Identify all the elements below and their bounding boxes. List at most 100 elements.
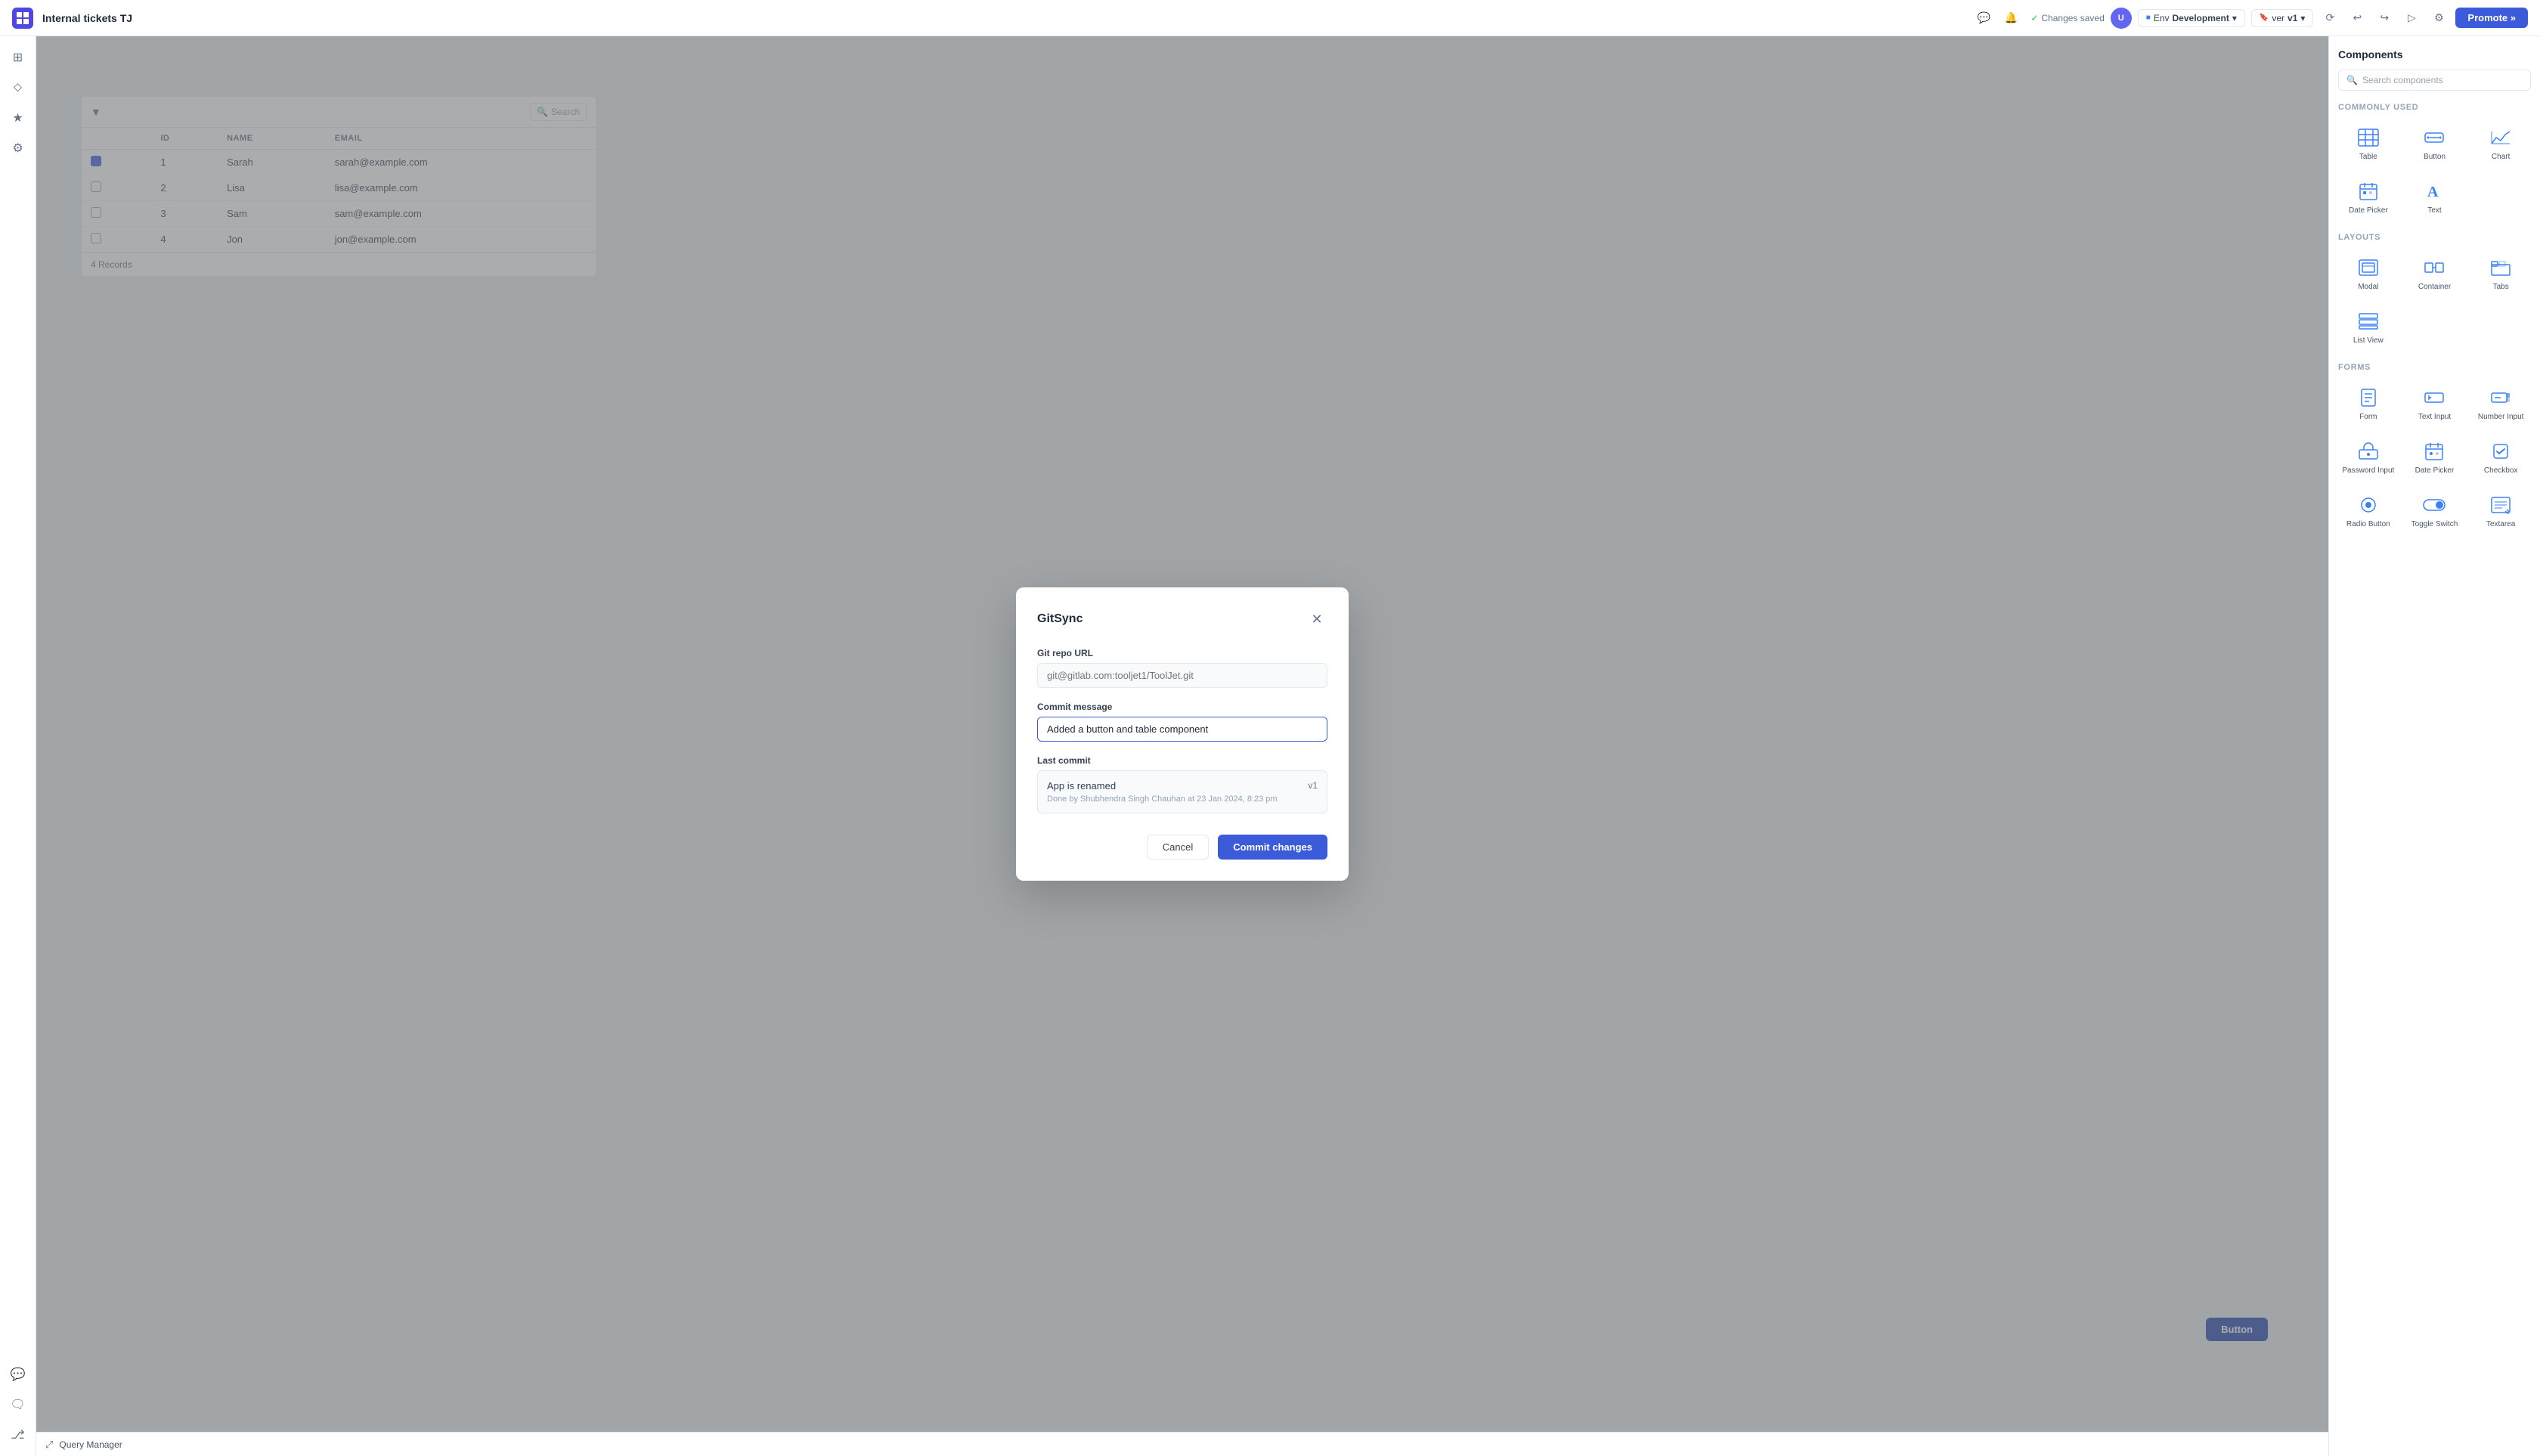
- button-icon: [2422, 125, 2446, 150]
- list-view-component-label: List View: [2353, 336, 2384, 345]
- radio-button-component[interactable]: Radio Button: [2338, 487, 2399, 534]
- git-repo-url-input[interactable]: [1037, 663, 1327, 688]
- table-component-label: Table: [2359, 153, 2377, 161]
- modal-header: GitSync ✕: [1037, 609, 1327, 630]
- undo-icon-btn[interactable]: ↩: [2346, 8, 2368, 29]
- modal-icon: [2356, 256, 2380, 280]
- toggle-switch-component-label: Toggle Switch: [2411, 520, 2458, 528]
- last-commit-group: Last commit App is renamed v1 Done by Sh…: [1037, 755, 1327, 813]
- modal-close-button[interactable]: ✕: [1306, 609, 1327, 630]
- sidebar-icon-chat[interactable]: 💬: [6, 1362, 30, 1386]
- sidebar-icon-grid[interactable]: ⊞: [6, 45, 30, 70]
- user-avatar[interactable]: U: [2111, 8, 2132, 29]
- ver-selector[interactable]: 🔖 ver v1 ▾: [2251, 9, 2314, 27]
- app-title: Internal tickets TJ: [42, 12, 1964, 24]
- password-input-component-label: Password Input: [2342, 466, 2394, 475]
- svg-text:A: A: [2427, 184, 2439, 200]
- commit-version: v1: [1308, 780, 1318, 792]
- toggle-switch-component[interactable]: Toggle Switch: [2405, 487, 2465, 534]
- query-manager-label[interactable]: Query Manager: [59, 1439, 122, 1450]
- app-logo: [12, 8, 33, 29]
- radio-button-component-label: Radio Button: [2346, 520, 2390, 528]
- refresh-icon-btn[interactable]: ⟳: [2319, 8, 2340, 29]
- number-input-component[interactable]: Number Input: [2470, 379, 2531, 427]
- checkbox-component[interactable]: Checkbox: [2470, 433, 2531, 481]
- textarea-component-label: Textarea: [2486, 520, 2515, 528]
- commit-changes-button[interactable]: Commit changes: [1218, 835, 1327, 860]
- notification-icon-btn[interactable]: 🔔: [2000, 8, 2021, 29]
- chat-icon-btn[interactable]: 💬: [1973, 8, 1994, 29]
- modal-title: GitSync: [1037, 612, 1083, 626]
- changes-saved-badge: ✓ Changes saved: [2030, 13, 2104, 23]
- date-picker-form-icon: [2422, 439, 2446, 463]
- settings-icon-btn[interactable]: ⚙: [2428, 8, 2449, 29]
- search-components-input[interactable]: 🔍 Search components: [2338, 70, 2531, 91]
- sidebar-icon-comment[interactable]: 🗨: [6, 1392, 30, 1417]
- git-repo-url-label: Git repo URL: [1037, 648, 1327, 658]
- date-picker-form-component-label: Date Picker: [2415, 466, 2455, 475]
- date-picker-component[interactable]: Date Picker: [2338, 173, 2399, 221]
- modal-component[interactable]: Modal: [2338, 249, 2399, 297]
- commit-message-label: Commit message: [1037, 702, 1327, 712]
- topbar: Internal tickets TJ 💬 🔔 ✓ Changes saved …: [0, 0, 2540, 36]
- layouts-label: Layouts: [2338, 233, 2531, 242]
- tabs-component[interactable]: Tabs: [2470, 249, 2531, 297]
- forms-label: Forms: [2338, 363, 2531, 372]
- checkbox-component-label: Checkbox: [2484, 466, 2517, 475]
- components-title: Components: [2338, 48, 2531, 60]
- tabs-icon: [2489, 256, 2513, 280]
- number-input-icon: [2489, 386, 2513, 410]
- left-sidebar: ⊞ ⬦ ★ ⚙ 💬 🗨 ⎇: [0, 36, 36, 1456]
- textarea-icon: [2489, 493, 2513, 517]
- topbar-action-icons: 💬 🔔: [1973, 8, 2021, 29]
- topbar-center: ✓ Changes saved U ■ Env Development ▾ 🔖 …: [2030, 8, 2528, 29]
- chart-component[interactable]: Chart: [2470, 119, 2531, 167]
- date-picker-component-label: Date Picker: [2349, 206, 2388, 215]
- commit-message-input[interactable]: [1037, 717, 1327, 742]
- chart-icon: [2489, 125, 2513, 150]
- text-input-component[interactable]: Text Input: [2405, 379, 2465, 427]
- textarea-component[interactable]: Textarea: [2470, 487, 2531, 534]
- sidebar-icon-git[interactable]: ⎇: [6, 1423, 30, 1447]
- number-input-component-label: Number Input: [2478, 413, 2524, 421]
- forms-grid: Form Text Input N: [2338, 379, 2531, 534]
- sidebar-icon-database[interactable]: ★: [6, 106, 30, 130]
- bottom-bar: ⤢ Query Manager: [36, 1432, 2328, 1456]
- form-component-label: Form: [2359, 413, 2377, 421]
- redo-icon-btn[interactable]: ↪: [2374, 8, 2395, 29]
- date-picker-form-component[interactable]: Date Picker: [2405, 433, 2465, 481]
- promote-button[interactable]: Promote »: [2455, 8, 2528, 28]
- cancel-button[interactable]: Cancel: [1147, 835, 1209, 860]
- text-component-label: Text: [2427, 206, 2441, 215]
- sidebar-icon-cursor[interactable]: ⬦: [6, 76, 30, 100]
- layouts-grid: Modal Container Tabs: [2338, 249, 2531, 351]
- modal-overlay: GitSync ✕ Git repo URL Commit message La…: [36, 36, 2328, 1432]
- env-selector[interactable]: ■ Env Development ▾: [2138, 9, 2245, 27]
- modal-component-label: Modal: [2358, 283, 2378, 291]
- last-commit-message-row: App is renamed v1: [1047, 780, 1318, 792]
- button-component[interactable]: Button: [2405, 119, 2465, 167]
- list-view-component[interactable]: List View: [2338, 303, 2399, 351]
- expand-icon[interactable]: ⤢: [45, 1439, 53, 1451]
- password-input-component[interactable]: Password Input: [2338, 433, 2399, 481]
- text-input-component-label: Text Input: [2418, 413, 2451, 421]
- table-icon: [2356, 125, 2380, 150]
- modal-footer: Cancel Commit changes: [1037, 835, 1327, 860]
- last-commit-message: App is renamed: [1047, 780, 1116, 792]
- last-commit-box: App is renamed v1 Done by Shubhendra Sin…: [1037, 770, 1327, 813]
- password-input-icon: [2356, 439, 2380, 463]
- preview-icon-btn[interactable]: ▷: [2401, 8, 2422, 29]
- checkbox-icon: [2489, 439, 2513, 463]
- text-component[interactable]: A Text: [2405, 173, 2465, 221]
- sidebar-icon-settings[interactable]: ⚙: [6, 136, 30, 160]
- table-component[interactable]: Table: [2338, 119, 2399, 167]
- text-input-icon: [2422, 386, 2446, 410]
- button-component-label: Button: [2424, 153, 2446, 161]
- git-repo-url-group: Git repo URL: [1037, 648, 1327, 688]
- commit-message-group: Commit message: [1037, 702, 1327, 742]
- container-component[interactable]: Container: [2405, 249, 2465, 297]
- commit-meta: Done by Shubhendra Singh Chauhan at 23 J…: [1047, 795, 1318, 804]
- commonly-used-grid: Table Button Char: [2338, 119, 2531, 221]
- toggle-switch-icon: [2422, 493, 2446, 517]
- form-component[interactable]: Form: [2338, 379, 2399, 427]
